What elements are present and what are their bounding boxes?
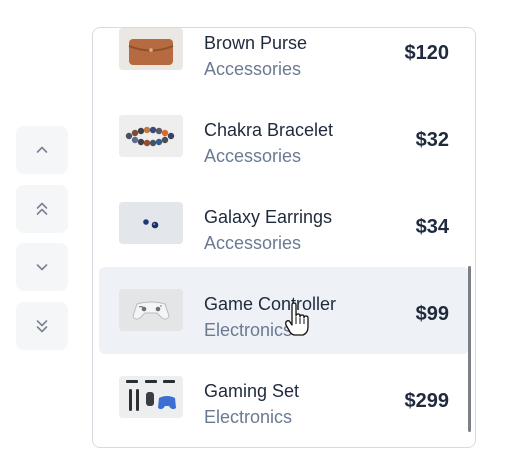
- product-name: Chakra Bracelet: [204, 120, 334, 140]
- move-top-button[interactable]: [16, 185, 68, 233]
- product-image-bracelet: [119, 115, 183, 157]
- move-bottom-button[interactable]: [16, 302, 68, 350]
- product-name: Game Controller: [204, 294, 337, 314]
- product-price: $120: [404, 42, 450, 64]
- chevron-down-icon: [36, 264, 48, 271]
- list-item[interactable]: Chakra Bracelet Accessories $32: [99, 93, 469, 180]
- list-item[interactable]: Game Controller Electronics $99: [99, 267, 469, 354]
- product-price: $34: [415, 216, 449, 238]
- move-up-button[interactable]: [16, 126, 68, 174]
- product-name: Gaming Set: [204, 381, 300, 401]
- product-name: Galaxy Earrings: [204, 207, 333, 227]
- product-image-game-controller: [119, 289, 183, 331]
- product-category: Electronics: [204, 407, 293, 427]
- product-category: Electronics: [204, 320, 293, 340]
- product-image-brown-purse: [119, 28, 183, 70]
- product-list[interactable]: Brown Purse Accessories $120 Chakra Brac…: [92, 27, 476, 448]
- product-category: Accessories: [204, 59, 302, 79]
- product-image-earrings: [119, 202, 183, 244]
- list-item[interactable]: Gaming Set Electronics $299: [99, 354, 469, 441]
- product-image-gaming-set: [119, 376, 183, 418]
- chevron-up-icon: [36, 146, 48, 153]
- orderlist-demo: Brown Purse Accessories $120 Chakra Brac…: [0, 0, 519, 473]
- double-chevron-up-icon: [36, 202, 48, 215]
- product-price: $299: [404, 390, 450, 412]
- product-name: Brown Purse: [204, 33, 308, 53]
- list-item[interactable]: Brown Purse Accessories $120: [99, 28, 469, 93]
- double-chevron-down-icon: [36, 320, 48, 333]
- product-price: $32: [415, 129, 449, 151]
- product-list-scroller: Brown Purse Accessories $120 Chakra Brac…: [93, 28, 475, 441]
- product-category: Accessories: [204, 233, 302, 253]
- product-category: Accessories: [204, 146, 302, 166]
- list-item[interactable]: Galaxy Earrings Accessories $34: [99, 180, 469, 267]
- move-down-button[interactable]: [16, 243, 68, 291]
- scrollbar-thumb[interactable]: [468, 266, 471, 432]
- product-price: $99: [415, 303, 449, 325]
